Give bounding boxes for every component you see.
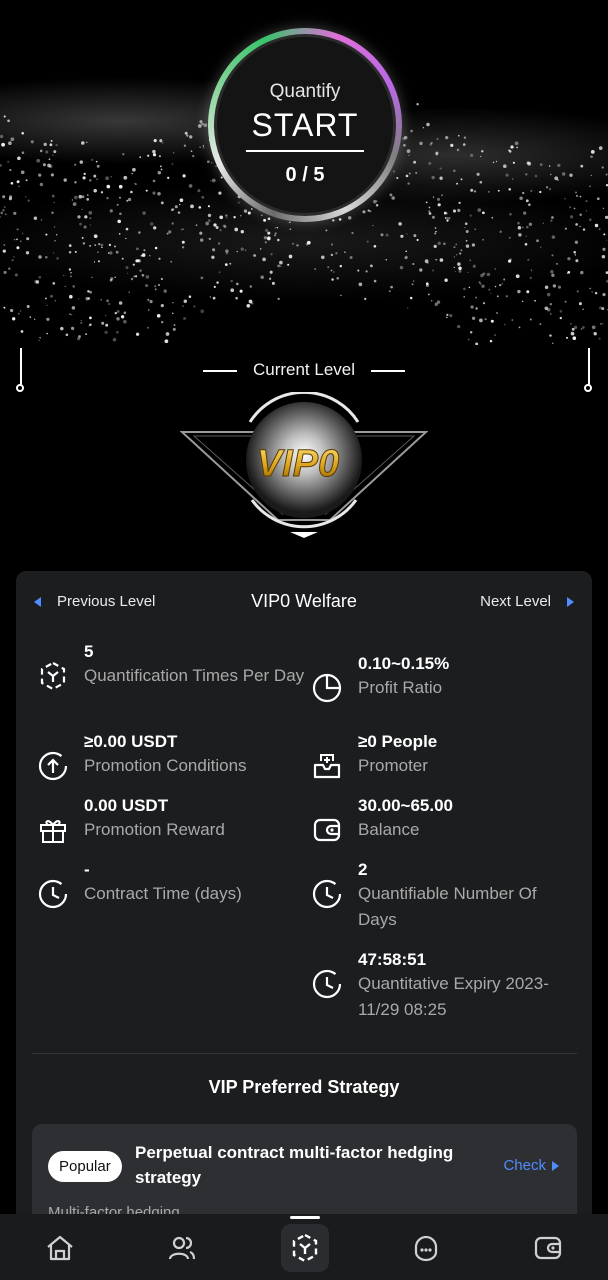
decor-dot-right xyxy=(584,384,592,392)
clock-icon xyxy=(38,879,68,909)
welfare-value: 0.10~0.15% xyxy=(358,654,450,673)
popular-badge: Popular xyxy=(48,1151,122,1182)
quantify-start-button[interactable]: Quantify START 0 / 5 xyxy=(208,28,402,222)
pie-chart-icon xyxy=(312,673,342,703)
active-tab-indicator xyxy=(290,1216,320,1219)
start-label[interactable]: START xyxy=(245,107,365,152)
welfare-value: 2 xyxy=(358,860,368,879)
upload-circle-icon xyxy=(38,751,68,781)
heading-dash-right xyxy=(371,369,406,372)
welfare-item-quantification-times: 5 Quantification Times Per Day xyxy=(36,641,306,693)
clock-icon xyxy=(312,879,342,909)
team-icon xyxy=(168,1236,196,1260)
quantify-progress: 0 / 5 xyxy=(285,164,325,186)
wallet-icon xyxy=(313,818,341,842)
decor-dot-left xyxy=(16,384,24,392)
welfare-label: Profit Ratio xyxy=(358,678,443,697)
arrow-right-icon xyxy=(552,1160,559,1171)
welfare-item-promotion-reward: 0.00 USDT Promotion Reward xyxy=(36,795,306,847)
support-icon xyxy=(414,1235,438,1262)
welfare-value: - xyxy=(84,860,90,879)
welfare-label: Promoter xyxy=(358,756,428,775)
quantify-icon xyxy=(292,1233,318,1263)
bottom-navigation xyxy=(0,1214,608,1280)
welfare-label: Quantitative Expiry 2023-11/29 08:25 xyxy=(358,974,549,1019)
nav-home[interactable] xyxy=(36,1224,84,1272)
nav-support[interactable] xyxy=(402,1224,450,1272)
gift-icon xyxy=(40,820,66,843)
nav-wallet[interactable] xyxy=(524,1224,572,1272)
home-icon xyxy=(47,1235,73,1261)
welfare-value: 5 xyxy=(84,642,94,661)
current-level-label: Current Level xyxy=(252,360,356,379)
welfare-label: Contract Time (days) xyxy=(84,884,242,903)
strategy-name: Perpetual contract multi-factor hedging … xyxy=(135,1143,454,1187)
nav-quantify[interactable] xyxy=(281,1224,329,1272)
wallet-icon xyxy=(534,1236,562,1260)
heading-dash-left xyxy=(202,369,237,372)
welfare-label: Quantifiable Number Of Days xyxy=(358,884,537,929)
welfare-item-profit-ratio: 0.10~0.15% Profit Ratio xyxy=(310,653,580,705)
welfare-label: Promotion Reward xyxy=(84,820,225,839)
quantify-label: Quantify xyxy=(269,81,341,102)
welfare-value: 0.00 USDT xyxy=(84,796,169,815)
check-label: Check xyxy=(503,1157,546,1174)
current-level-heading: Current Level xyxy=(0,360,608,380)
next-level-label: Next Level xyxy=(480,593,551,610)
welfare-label: Promotion Conditions xyxy=(84,756,247,775)
welfare-value: 47:58:51 xyxy=(358,950,427,969)
welfare-value: ≥0.00 USDT xyxy=(84,732,178,751)
welfare-item-promotion-conditions: ≥0.00 USDT Promotion Conditions xyxy=(36,731,306,783)
quantify-start-inner[interactable]: Quantify START 0 / 5 xyxy=(214,34,396,216)
nav-team[interactable] xyxy=(158,1224,206,1272)
strategy-section-title: VIP Preferred Strategy xyxy=(208,1077,400,1097)
vip-badge-text: VIP0 xyxy=(257,443,339,485)
welfare-item-balance: 30.00~65.00 Balance xyxy=(310,795,580,847)
welfare-value: 30.00~65.00 xyxy=(358,796,454,815)
vip-welfare-card: Previous Level VIP0 Welfare Next Level 5… xyxy=(16,571,592,1271)
welfare-value: ≥0 People xyxy=(358,732,438,751)
welfare-item-contract-time: - Contract Time (days) xyxy=(36,859,306,911)
welfare-item-promoter: ≥0 People Promoter xyxy=(310,731,580,783)
check-strategy-link[interactable]: Check xyxy=(503,1157,559,1174)
vip-level-badge: VIP0 xyxy=(180,392,428,538)
clock-icon xyxy=(312,969,342,999)
welfare-item-quantitative-expiry: 47:58:51 Quantitative Expiry 2023-11/29 … xyxy=(310,949,580,1023)
welfare-card-header: Previous Level VIP0 Welfare Next Level xyxy=(16,591,592,613)
arrow-right-icon xyxy=(567,596,574,607)
inbox-plus-icon xyxy=(313,754,341,779)
welfare-label: Quantification Times Per Day xyxy=(84,666,305,685)
welfare-item-quantifiable-days: 2 Quantifiable Number Of Days xyxy=(310,859,580,933)
next-level-button[interactable]: Next Level xyxy=(480,593,574,610)
welfare-label: Balance xyxy=(358,820,420,839)
quantify-cube-icon xyxy=(40,661,66,691)
hero-banner: Quantify START 0 / 5 xyxy=(0,0,608,345)
card-divider xyxy=(32,1053,577,1054)
